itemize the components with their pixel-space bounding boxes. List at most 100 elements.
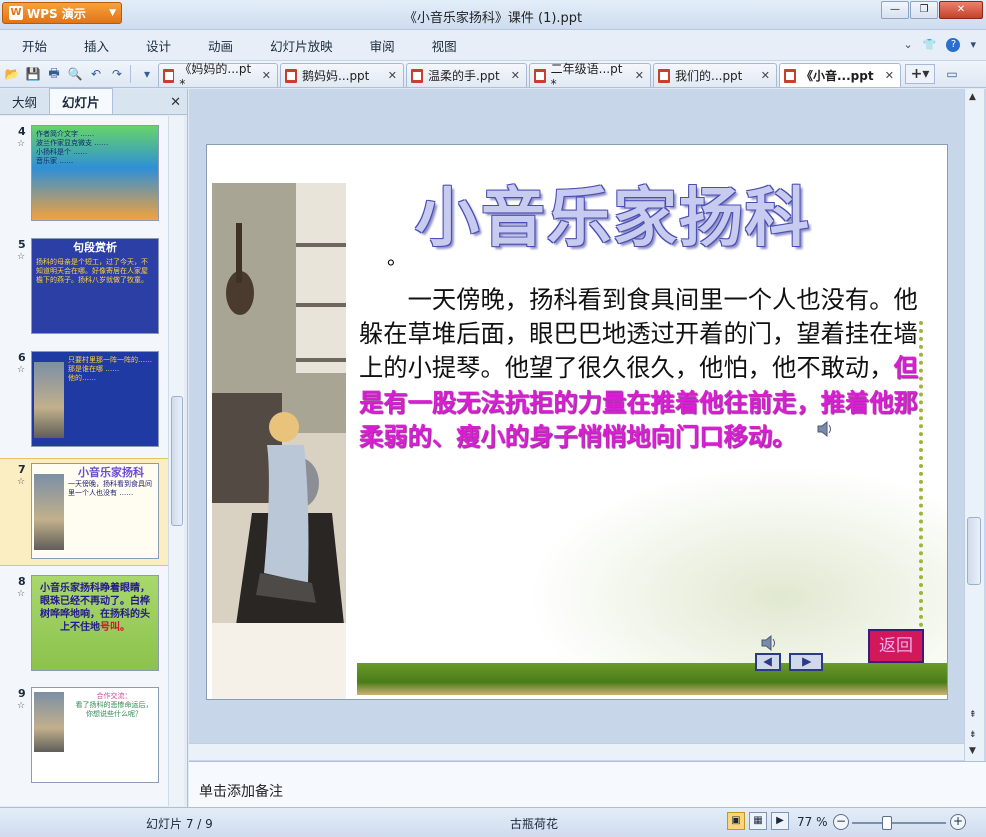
slide-thumbnail[interactable]: 合作交流： 看了扬科的悲惨命运后，你想说些什么呢？: [31, 687, 159, 783]
slide-thumbnail[interactable]: 小音乐家扬科睁着眼睛，眼珠已经不再动了。白桦树哗哗地响，在扬科的头上不住地号叫。: [31, 575, 159, 671]
doc-tab-label: 我们的...ppt: [675, 69, 743, 83]
ppt-file-icon: [285, 68, 297, 83]
body-text: 一天傍晚，扬科看到食具间里一个人也没有。他躲在草堆后面，眼巴巴地透过开着的门，望…: [359, 285, 918, 383]
slide-number: 4: [18, 125, 26, 138]
slide-counter: 幻灯片 7 / 9: [146, 817, 213, 831]
redo-icon[interactable]: ↷: [108, 65, 126, 83]
animation-star-icon: ☆: [17, 365, 26, 375]
slide-thumbnail-row[interactable]: 4 ☆ 作者简介文字 …… 波兰作家显克微支 …… 小扬科是个 …… 音乐家 ……: [0, 121, 168, 229]
slide-number: 7: [18, 463, 26, 476]
close-pane-icon[interactable]: ✕: [170, 95, 181, 110]
print-icon[interactable]: 🖶: [45, 65, 63, 83]
ppt-file-icon: [163, 68, 175, 83]
slide-sorter-icon[interactable]: ▦: [749, 812, 767, 830]
customize-toolbar-icon[interactable]: ▾: [138, 65, 156, 83]
thumb-line: 合作交流：: [96, 692, 132, 700]
help-icon[interactable]: ?: [946, 38, 961, 52]
doc-tab-label: 《妈妈的...pt *: [179, 62, 252, 91]
vertical-scrollbar[interactable]: ▲ ⇞ ⇟ ▼: [964, 89, 984, 761]
slide-thumbnail-row[interactable]: 6 ☆ 只要村里那一阵一阵的…… 那是谁在哪 …… 他的……: [0, 347, 168, 455]
scroll-down-icon[interactable]: ▼: [969, 745, 976, 757]
close-button[interactable]: ✕: [939, 1, 983, 19]
grass-decoration: [357, 663, 947, 695]
quick-access-toolbar: 📂 💾 🖶 🔍 ↶ ↷ ▾ 《妈妈的...pt * ✕ 鹅妈妈...ppt ✕ …: [0, 60, 986, 91]
menu-home[interactable]: 开始: [22, 36, 47, 55]
close-tab-icon[interactable]: ✕: [388, 69, 397, 82]
back-button[interactable]: 返回: [868, 629, 924, 663]
close-tab-icon[interactable]: ✕: [262, 69, 271, 82]
doc-tab[interactable]: 温柔的手.ppt ✕: [406, 63, 527, 87]
normal-view-icon[interactable]: ▣: [727, 812, 745, 830]
help-dropdown-icon[interactable]: ▾: [970, 38, 976, 52]
menu-animation[interactable]: 动画: [208, 36, 233, 55]
doc-tab[interactable]: 我们的...ppt ✕: [653, 63, 777, 87]
doc-tab-label: 二年级语...pt *: [550, 62, 623, 91]
doc-tab[interactable]: 二年级语...pt * ✕: [529, 62, 651, 91]
slide-title[interactable]: 小音乐家扬科: [415, 167, 811, 259]
menu-design[interactable]: 设计: [146, 36, 171, 55]
next-slide-icon[interactable]: ⇟: [969, 729, 977, 741]
zoom-out-button[interactable]: −: [833, 814, 849, 830]
zoom-slider-thumb[interactable]: [882, 816, 892, 830]
slide-thumbnail-row[interactable]: 5 ☆ 句段赏析 扬科的母亲是个短工，过了今天，不知道明天会在哪。好像寄居在人家…: [0, 234, 168, 342]
doc-tab[interactable]: 《妈妈的...pt * ✕: [158, 62, 278, 91]
doc-tab[interactable]: 鹅妈妈...ppt ✕: [280, 63, 404, 87]
slideshow-icon[interactable]: ▶: [771, 812, 789, 830]
thumbnail-scrollbar[interactable]: [168, 116, 184, 806]
slide-canvas[interactable]: 小音乐家扬科 。 一天傍晚，扬科看到食具间里一个人也没有。他躲在草堆后面，眼巴巴…: [206, 144, 948, 700]
slide-thumbnail[interactable]: 作者简介文字 …… 波兰作家显克微支 …… 小扬科是个 …… 音乐家 ……: [31, 125, 159, 221]
slide-thumbnail[interactable]: 只要村里那一阵一阵的…… 那是谁在哪 …… 他的……: [31, 351, 159, 447]
thumb-illustration: [34, 692, 64, 752]
save-icon[interactable]: 💾: [24, 65, 42, 83]
menu-slideshow[interactable]: 幻灯片放映: [270, 36, 333, 55]
zoom-slider-track[interactable]: [852, 822, 946, 824]
next-slide-button[interactable]: [789, 653, 823, 671]
previous-slide-icon[interactable]: ⇞: [969, 709, 977, 721]
menu-right-tools: ⌄ 👕 ? ▾: [904, 38, 976, 52]
close-tab-icon[interactable]: ✕: [511, 69, 520, 82]
menu-review[interactable]: 审阅: [370, 36, 395, 55]
open-folder-icon[interactable]: 📂: [3, 65, 21, 83]
skin-icon[interactable]: 👕: [923, 38, 937, 52]
thumb-line: 那是谁在哪 ……: [68, 365, 120, 373]
print-preview-icon[interactable]: 🔍: [66, 65, 84, 83]
ppt-file-icon: [411, 68, 423, 83]
window-layout-icon[interactable]: ▭: [943, 65, 961, 83]
maximize-button[interactable]: ❐: [910, 1, 938, 19]
ppt-file-icon: [534, 68, 546, 83]
menu-insert[interactable]: 插入: [84, 36, 109, 55]
zoom-level[interactable]: 77 %: [797, 815, 828, 829]
thumb-title: 小音乐家扬科: [78, 466, 144, 479]
doc-tab-active[interactable]: 《小音...ppt ✕: [779, 63, 901, 87]
notes-pane[interactable]: 单击添加备注: [189, 761, 986, 807]
scrollbar-thumb[interactable]: [967, 517, 981, 585]
menu-view[interactable]: 视图: [432, 36, 457, 55]
horizontal-scrollbar[interactable]: [189, 743, 967, 760]
slide-thumbnail[interactable]: 句段赏析 扬科的母亲是个短工，过了今天，不知道明天会在哪。好像寄居在人家屋檐下的…: [31, 238, 159, 334]
minimize-button[interactable]: —: [881, 1, 909, 19]
menu-bar: 开始 插入 设计 动画 幻灯片放映 审阅 视图 ⌄ 👕 ? ▾: [0, 30, 986, 60]
sound-icon[interactable]: [815, 419, 835, 439]
slide-body-text[interactable]: 一天傍晚，扬科看到食具间里一个人也没有。他躲在草堆后面，眼巴巴地透过开着的门，望…: [359, 283, 931, 454]
slide-thumbnail-list: 4 ☆ 作者简介文字 …… 波兰作家显克微支 …… 小扬科是个 …… 音乐家 ……: [0, 116, 168, 806]
zoom-in-button[interactable]: +: [950, 814, 966, 830]
new-tab-button[interactable]: +▾: [905, 64, 935, 84]
tab-outline[interactable]: 大纲: [0, 89, 49, 114]
slide-thumbnail-row-selected[interactable]: 7 ☆ 小音乐家扬科 一天傍晚，扬科看到食具间里一个人也没有 ……: [0, 458, 168, 566]
slides-pane: 大纲 幻灯片 ✕ 4 ☆ 作者简介文字 …… 波兰作家显克微支 …… 小扬科是个…: [0, 88, 188, 807]
close-tab-icon[interactable]: ✕: [885, 69, 894, 82]
tab-slides[interactable]: 幻灯片: [49, 88, 113, 114]
previous-slide-button[interactable]: [755, 653, 781, 671]
slide-thumbnail-row[interactable]: 8 ☆ 小音乐家扬科睁着眼睛，眼珠已经不再动了。白桦树哗哗地响，在扬科的头上不住…: [0, 571, 168, 679]
close-tab-icon[interactable]: ✕: [635, 69, 644, 82]
thumb-line: 扬科的母亲是个短工，过了今天，不知道明天会在哪。好像寄居在人家屋檐下的燕子。扬科…: [36, 258, 148, 284]
sound-icon[interactable]: [759, 633, 779, 653]
undo-icon[interactable]: ↶: [87, 65, 105, 83]
close-tab-icon[interactable]: ✕: [761, 69, 770, 82]
scroll-up-icon[interactable]: ▲: [969, 91, 976, 103]
scrollbar-thumb[interactable]: [171, 396, 183, 526]
thumb-illustration: [34, 362, 64, 438]
slide-thumbnail-row[interactable]: 9 ☆ 合作交流： 看了扬科的悲惨命运后，你想说些什么呢？: [0, 683, 168, 791]
collapse-ribbon-icon[interactable]: ⌄: [904, 38, 913, 52]
slide-thumbnail[interactable]: 小音乐家扬科 一天傍晚，扬科看到食具间里一个人也没有 ……: [31, 463, 159, 559]
